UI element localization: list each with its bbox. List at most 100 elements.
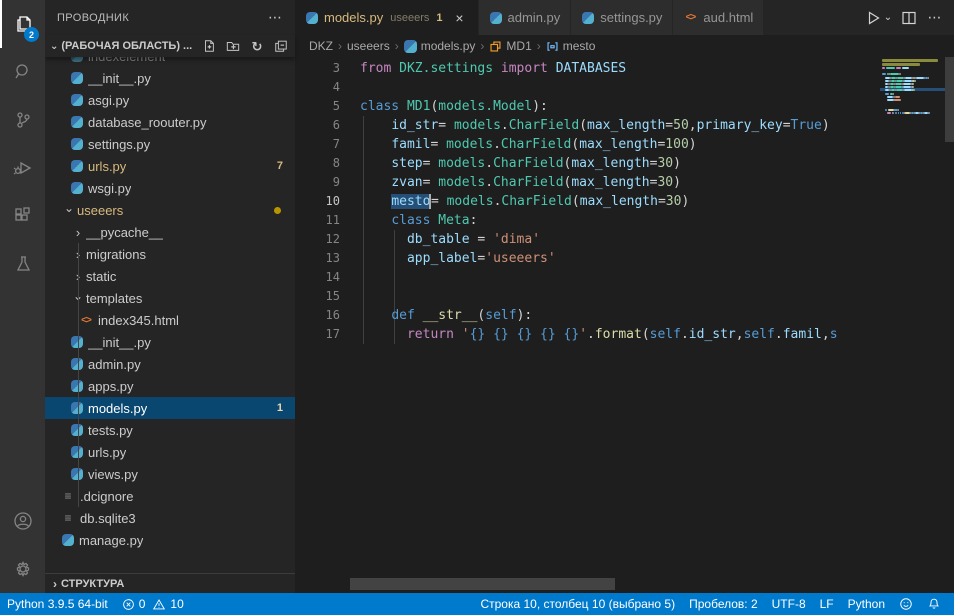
code-token: ): bbox=[532, 99, 548, 114]
tree-item-__pycache__[interactable]: __pycache__ bbox=[45, 221, 295, 243]
line-number[interactable]: 3 bbox=[295, 59, 340, 78]
tree-item-static[interactable]: static bbox=[45, 265, 295, 287]
tree-item-__init__.py[interactable]: __init__.py bbox=[45, 67, 295, 89]
tree-item-indexelement[interactable]: indexelement bbox=[45, 57, 295, 67]
tree-item-tests.py[interactable]: tests.py bbox=[45, 419, 295, 441]
tree-item-admin.py[interactable]: admin.py bbox=[45, 353, 295, 375]
split-editor-button[interactable] bbox=[898, 7, 920, 29]
python-interpreter-status[interactable]: Python 3.9.5 64-bit bbox=[0, 593, 115, 615]
refresh-button[interactable]: ↻ bbox=[249, 38, 265, 54]
line-number[interactable]: 5 bbox=[295, 97, 340, 116]
tree-item-apps.py[interactable]: apps.py bbox=[45, 375, 295, 397]
minimap-line bbox=[887, 96, 893, 98]
tree-item-index345.html[interactable]: <>index345.html bbox=[45, 309, 295, 331]
py-file-icon bbox=[71, 336, 83, 348]
collapse-all-button[interactable] bbox=[273, 38, 289, 54]
breadcrumb-item-mesto[interactable]: mesto bbox=[546, 39, 596, 53]
tree-item-templates[interactable]: templates bbox=[45, 287, 295, 309]
tab-models.py[interactable]: models.pyuseeers1× bbox=[295, 0, 479, 35]
line-number[interactable]: 8 bbox=[295, 154, 340, 173]
code-token: ) bbox=[673, 175, 681, 190]
breadcrumb-separator: › bbox=[395, 39, 399, 53]
breadcrumb-item-MD1[interactable]: MD1 bbox=[489, 39, 531, 53]
testing-activity-button[interactable] bbox=[0, 240, 45, 288]
code-token: import bbox=[501, 61, 548, 76]
tree-item-asgi.py[interactable]: asgi.py bbox=[45, 89, 295, 111]
tree-item-label: tests.py bbox=[88, 423, 133, 438]
outline-section-header[interactable]: › СТРУКТУРА bbox=[45, 573, 295, 593]
tree-item-settings.py[interactable]: settings.py bbox=[45, 133, 295, 155]
more-actions-button[interactable]: ⋯ bbox=[924, 7, 946, 29]
line-number[interactable]: 17 bbox=[295, 325, 340, 344]
tree-item-label: index345.html bbox=[98, 313, 179, 328]
run-debug-activity-button[interactable] bbox=[0, 144, 45, 192]
tree-item-db.sqlite3[interactable]: ≡db.sqlite3 bbox=[45, 507, 295, 529]
source-control-activity-button[interactable] bbox=[0, 96, 45, 144]
tree-item-manage.py[interactable]: manage.py bbox=[45, 529, 295, 551]
tree-item-.dcignore[interactable]: ≡.dcignore bbox=[45, 485, 295, 507]
tree-item-__init__.py[interactable]: __init__.py bbox=[45, 331, 295, 353]
tree-item-urls.py[interactable]: urls.py7 bbox=[45, 155, 295, 177]
account-icon bbox=[11, 509, 35, 533]
breadcrumb-item-models.py[interactable]: models.py bbox=[404, 39, 476, 53]
breadcrumb-item-useeers[interactable]: useeers bbox=[347, 39, 390, 53]
code-token: = bbox=[423, 175, 439, 190]
tree-item-useeers[interactable]: useeers bbox=[45, 199, 295, 221]
account-button[interactable] bbox=[0, 497, 45, 545]
tab-label: models.py bbox=[324, 10, 383, 25]
line-number[interactable]: 11 bbox=[295, 211, 340, 230]
line-number[interactable]: 6 bbox=[295, 116, 340, 135]
settings-button[interactable] bbox=[0, 545, 45, 593]
vertical-scrollbar[interactable] bbox=[945, 57, 954, 142]
tree-item-views.py[interactable]: views.py bbox=[45, 463, 295, 485]
tree-item-urls.py[interactable]: urls.py bbox=[45, 441, 295, 463]
encoding-status[interactable]: UTF-8 bbox=[765, 593, 813, 615]
code-token: = bbox=[470, 232, 493, 247]
line-number[interactable]: 15 bbox=[295, 287, 340, 306]
line-number[interactable]: 4 bbox=[295, 78, 340, 97]
line-number[interactable]: 16 bbox=[295, 306, 340, 325]
code-token: self bbox=[485, 308, 516, 323]
line-number[interactable]: 12 bbox=[295, 230, 340, 249]
notifications-button[interactable] bbox=[920, 593, 948, 615]
line-number[interactable]: 13 bbox=[295, 249, 340, 268]
new-folder-button[interactable] bbox=[225, 38, 241, 54]
indentation-status[interactable]: Пробелов: 2 bbox=[682, 593, 765, 615]
explorer-more-actions-button[interactable]: ⋯ bbox=[268, 9, 283, 26]
tree-item-database_roouter.py[interactable]: database_roouter.py bbox=[45, 111, 295, 133]
code-editor[interactable]: 3from DKZ.settings import DATABASES45cla… bbox=[295, 57, 954, 593]
search-activity-button[interactable] bbox=[0, 48, 45, 96]
tab-settings.py[interactable]: settings.py bbox=[571, 0, 673, 35]
line-number[interactable]: 10 bbox=[295, 192, 340, 211]
code-token: . bbox=[493, 137, 501, 152]
extensions-activity-button[interactable] bbox=[0, 192, 45, 240]
code-token: = bbox=[783, 118, 791, 133]
py-file-icon bbox=[71, 138, 83, 150]
feedback-button[interactable] bbox=[892, 593, 920, 615]
tree-item-models.py[interactable]: models.py1 bbox=[45, 397, 295, 419]
warning-icon bbox=[152, 598, 166, 611]
explorer-activity-button[interactable]: 2 bbox=[0, 0, 45, 48]
cursor-position-status[interactable]: Строка 10, столбец 10 (выбрано 5) bbox=[473, 593, 682, 615]
code-token: db_table bbox=[407, 232, 470, 247]
eol-status[interactable]: LF bbox=[813, 593, 841, 615]
line-number[interactable]: 7 bbox=[295, 135, 340, 154]
line-number[interactable]: 9 bbox=[295, 173, 340, 192]
breadcrumb-item-DKZ[interactable]: DKZ bbox=[309, 39, 333, 53]
horizontal-scrollbar[interactable] bbox=[350, 578, 615, 590]
language-mode-status[interactable]: Python bbox=[841, 593, 892, 615]
tab-aud.html[interactable]: <>aud.html bbox=[673, 0, 764, 35]
tree-item-wsgi.py[interactable]: wsgi.py bbox=[45, 177, 295, 199]
tree-item-migrations[interactable]: migrations bbox=[45, 243, 295, 265]
workspace-section-header[interactable]: ⌄ (РАБОЧАЯ ОБЛАСТЬ) ... ↻ bbox=[45, 35, 295, 57]
line-number[interactable]: 14 bbox=[295, 268, 340, 287]
run-python-file-button[interactable] bbox=[862, 7, 884, 29]
new-file-button[interactable] bbox=[201, 38, 217, 54]
minimap[interactable] bbox=[880, 57, 945, 593]
chevron-right-icon: › bbox=[53, 577, 57, 591]
tab-admin.py[interactable]: admin.py bbox=[479, 0, 572, 35]
minimap-line bbox=[902, 67, 909, 69]
close-icon[interactable]: × bbox=[452, 10, 468, 26]
problems-status[interactable]: 0 10 bbox=[115, 593, 191, 615]
run-options-chevron[interactable]: ⌄ bbox=[882, 7, 894, 29]
